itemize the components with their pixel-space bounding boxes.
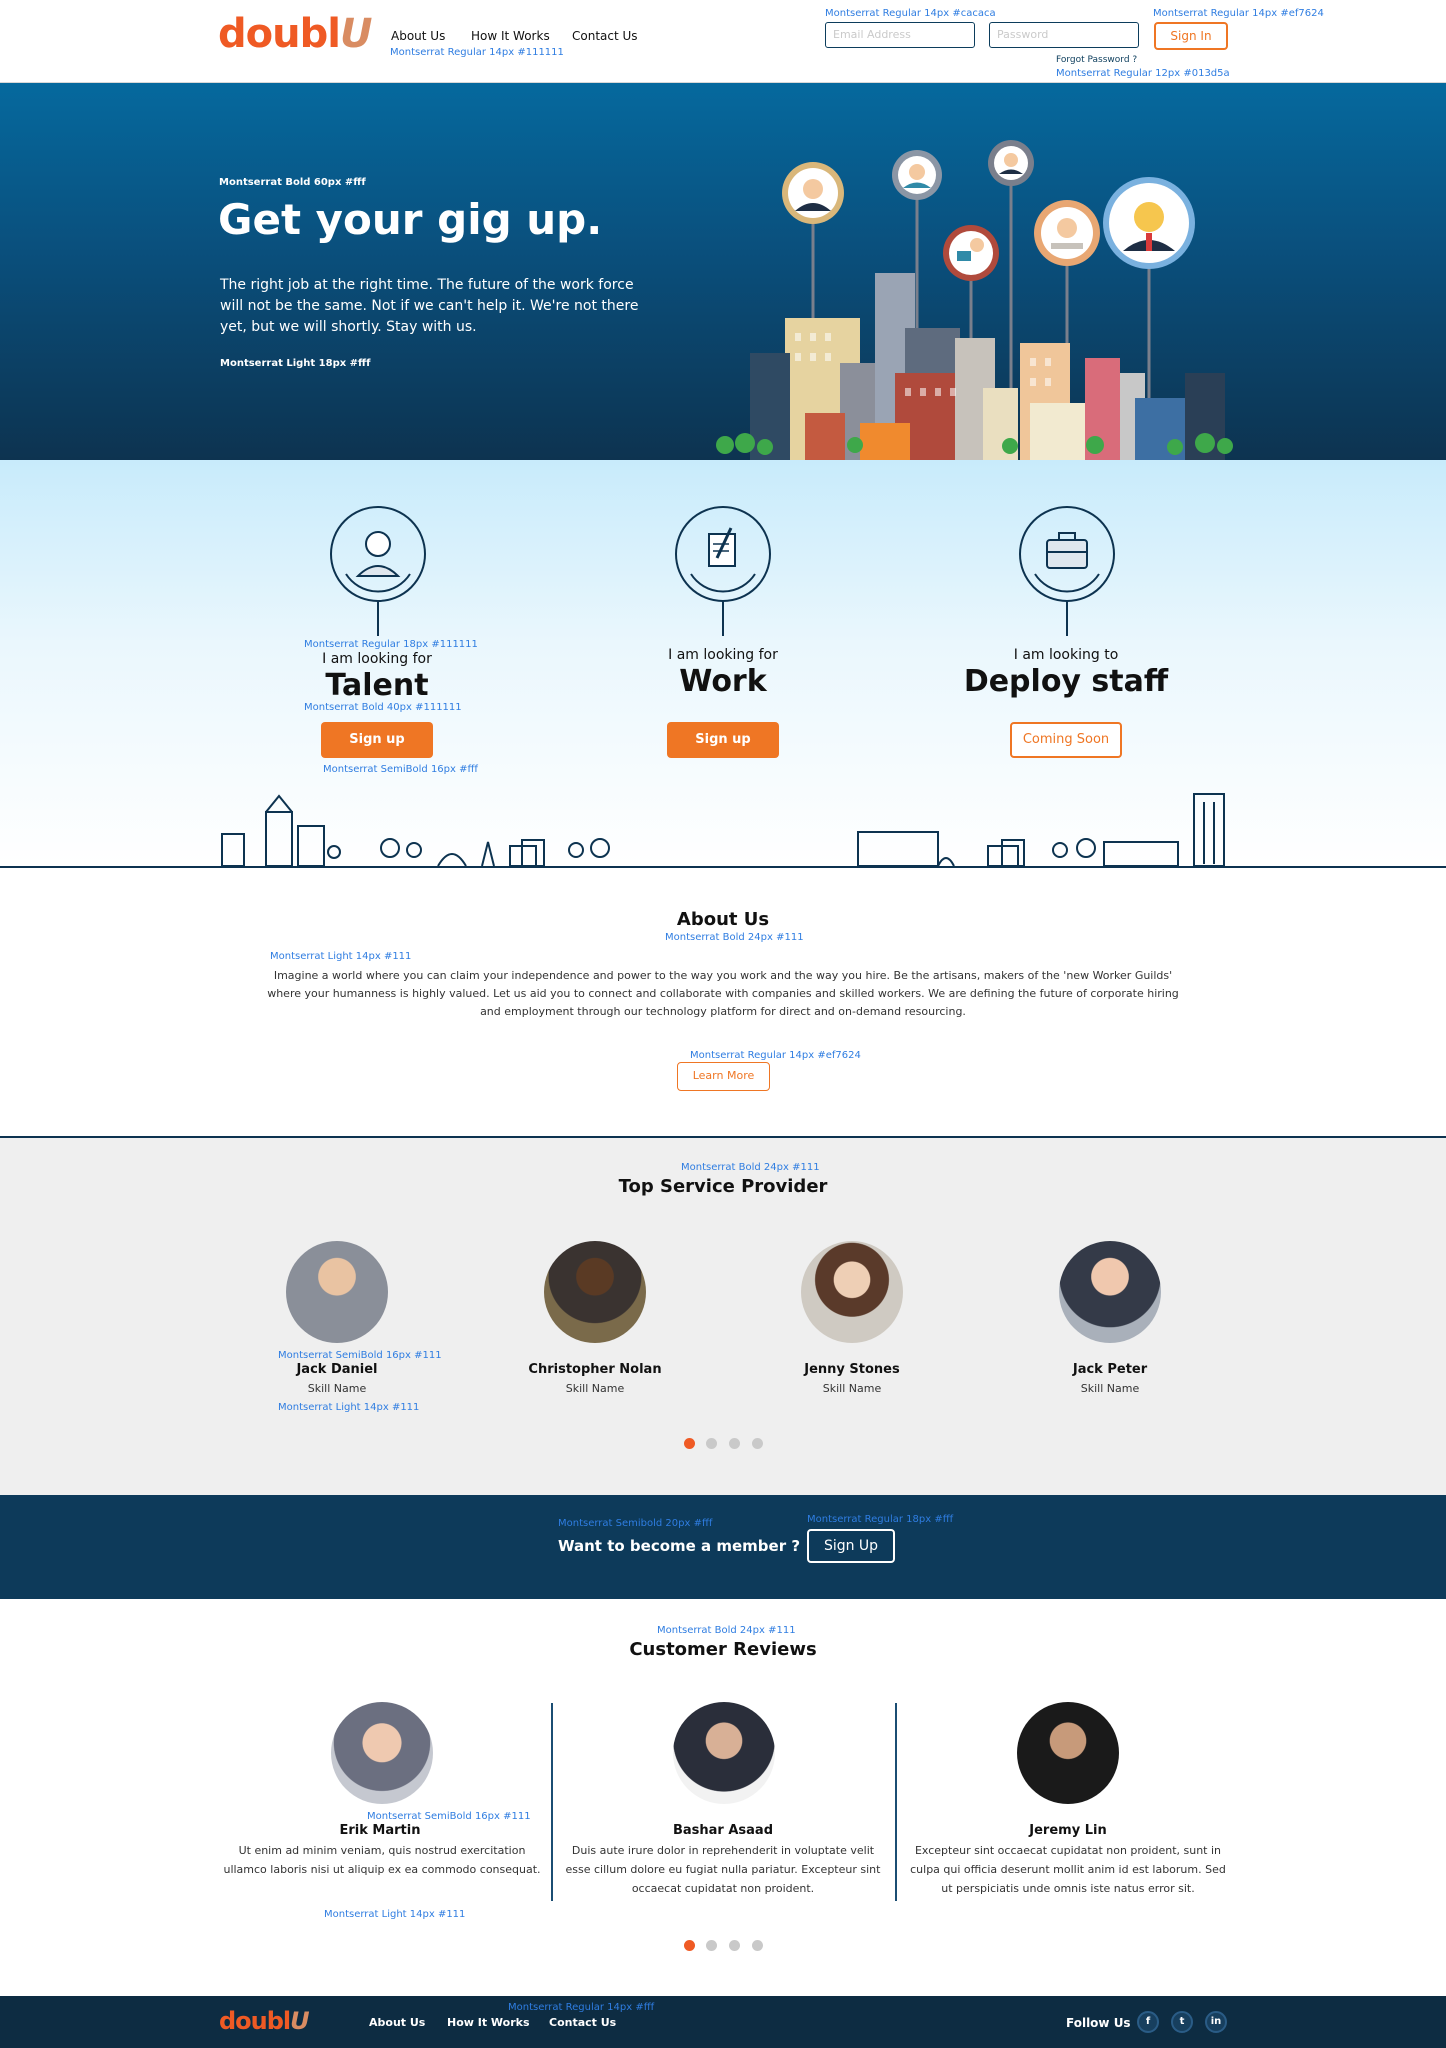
nav-about[interactable]: About Us bbox=[391, 29, 445, 43]
carousel-dot[interactable] bbox=[706, 1438, 717, 1449]
choices-section: Montserrat Regular 18px #111111 I am loo… bbox=[0, 460, 1446, 868]
providers-title: Top Service Provider bbox=[618, 1176, 828, 1197]
reviewer-avatar bbox=[1017, 1702, 1119, 1804]
spec-note: Montserrat SemiBold 16px #111 bbox=[278, 1350, 442, 1361]
hero-section: Montserrat Bold 60px #fff Get your gig u… bbox=[0, 83, 1446, 460]
skyline-outline-illustration bbox=[0, 793, 1446, 868]
review-text: Excepteur sint occaecat cupidatat non pr… bbox=[910, 1844, 1226, 1895]
follow-us-label: Follow Us bbox=[1066, 2016, 1131, 2030]
talent-pin-icon bbox=[330, 506, 426, 636]
spec-note: Montserrat Light 14px #111 bbox=[324, 1909, 466, 1920]
carousel-dot[interactable] bbox=[729, 1940, 740, 1951]
divider bbox=[895, 1703, 897, 1901]
talent-sign-up-button[interactable]: Sign up bbox=[321, 722, 433, 758]
provider-skill: Skill Name bbox=[1080, 1382, 1140, 1395]
provider-avatar[interactable] bbox=[801, 1241, 903, 1343]
twitter-icon[interactable]: t bbox=[1171, 2011, 1193, 2033]
spec-note: Montserrat Regular 18px #111111 bbox=[304, 639, 478, 650]
provider-avatar[interactable] bbox=[544, 1241, 646, 1343]
site-header: doublU About Us How It Works Contact Us … bbox=[0, 0, 1446, 83]
spec-note: Montserrat Regular 14px #fff bbox=[508, 2002, 655, 2013]
member-banner: Montserrat Semibold 20px #fff Want to be… bbox=[0, 1495, 1446, 1599]
deploy-lead: I am looking to bbox=[1013, 647, 1119, 663]
carousel-dot[interactable] bbox=[729, 1438, 740, 1449]
spec-note: Montserrat Light 18px #fff bbox=[220, 358, 371, 369]
carousel-dot[interactable] bbox=[684, 1438, 695, 1449]
reviewer-name: Jeremy Lin bbox=[1029, 1823, 1107, 1838]
footer-nav-about[interactable]: About Us bbox=[369, 2016, 425, 2029]
spec-note: Montserrat Semibold 20px #fff bbox=[558, 1518, 713, 1529]
deploy-heading: Deploy staff bbox=[963, 664, 1169, 699]
provider-avatar[interactable] bbox=[1059, 1241, 1161, 1343]
review-text: Duis aute irure dolor in reprehenderit i… bbox=[565, 1844, 881, 1895]
facebook-icon[interactable]: f bbox=[1137, 2011, 1159, 2033]
spec-note: Montserrat Bold 40px #111111 bbox=[304, 702, 462, 713]
review-text: Ut enim ad minim veniam, quis nostrud ex… bbox=[223, 1844, 541, 1876]
logo[interactable]: doublU bbox=[218, 10, 372, 58]
spec-note: Montserrat Bold 24px #111 bbox=[681, 1162, 820, 1173]
spec-note: Montserrat Bold 24px #111 bbox=[657, 1625, 796, 1636]
spec-note: Montserrat Bold 60px #fff bbox=[219, 177, 366, 188]
providers-section: Montserrat Bold 24px #111 Top Service Pr… bbox=[0, 1138, 1446, 1495]
footer-nav-contact[interactable]: Contact Us bbox=[549, 2016, 616, 2029]
carousel-dot[interactable] bbox=[752, 1940, 763, 1951]
spec-note: Montserrat Regular 14px #ef7624 bbox=[690, 1050, 861, 1061]
nav-how-it-works[interactable]: How It Works bbox=[471, 29, 550, 43]
about-body: Imagine a world where you can claim your… bbox=[267, 969, 1179, 1018]
member-text: Want to become a member ? bbox=[558, 1537, 801, 1555]
divider bbox=[551, 1703, 553, 1901]
work-pin-icon bbox=[675, 506, 771, 636]
about-section: About Us Montserrat Bold 24px #111 Monts… bbox=[0, 869, 1446, 1138]
learn-more-button[interactable]: Learn More bbox=[677, 1062, 770, 1091]
forgot-password-link[interactable]: Forgot Password ? bbox=[1056, 55, 1137, 65]
carousel-dot[interactable] bbox=[706, 1940, 717, 1951]
spec-note: Montserrat Regular 14px #cacaca bbox=[825, 8, 996, 19]
spec-note: Montserrat Light 14px #111 bbox=[278, 1402, 420, 1413]
about-title: About Us bbox=[676, 909, 770, 930]
email-field[interactable]: Email Address bbox=[825, 22, 975, 48]
provider-skill: Skill Name bbox=[307, 1382, 367, 1395]
talent-heading: Talent bbox=[325, 668, 429, 703]
sign-in-button[interactable]: Sign In bbox=[1154, 22, 1228, 50]
provider-name[interactable]: Christopher Nolan bbox=[495, 1362, 695, 1377]
hero-body: The right job at the right time. The fut… bbox=[220, 277, 639, 335]
work-heading: Work bbox=[679, 664, 767, 699]
provider-skill: Skill Name bbox=[565, 1382, 625, 1395]
member-sign-up-button[interactable]: Sign Up bbox=[807, 1529, 895, 1563]
provider-avatar[interactable] bbox=[286, 1241, 388, 1343]
coming-soon-button[interactable]: Coming Soon bbox=[1010, 722, 1122, 758]
reviewer-name: Erik Martin bbox=[339, 1823, 421, 1838]
reviewer-avatar bbox=[673, 1702, 775, 1804]
spec-note: Montserrat Light 14px #111 bbox=[270, 951, 412, 962]
work-sign-up-button[interactable]: Sign up bbox=[667, 722, 779, 758]
footer-logo[interactable]: doublU bbox=[219, 2006, 310, 2036]
provider-name[interactable]: Jack Daniel bbox=[237, 1362, 437, 1377]
reviews-title: Customer Reviews bbox=[629, 1639, 817, 1660]
reviews-section: Montserrat Bold 24px #111 Customer Revie… bbox=[0, 1599, 1446, 1996]
provider-name[interactable]: Jack Peter bbox=[1010, 1362, 1210, 1377]
linkedin-icon[interactable]: in bbox=[1205, 2011, 1227, 2033]
talent-lead: I am looking for bbox=[322, 651, 432, 667]
carousel-dot[interactable] bbox=[684, 1940, 695, 1951]
spec-note: Montserrat Regular 14px #111111 bbox=[390, 47, 564, 58]
footer-nav-how-it-works[interactable]: How It Works bbox=[447, 2016, 530, 2029]
provider-name[interactable]: Jenny Stones bbox=[752, 1362, 952, 1377]
spec-note: Montserrat Bold 24px #111 bbox=[665, 932, 804, 943]
reviewer-avatar bbox=[331, 1702, 433, 1804]
spec-note: Montserrat SemiBold 16px #111 bbox=[367, 1811, 531, 1822]
carousel-dot[interactable] bbox=[752, 1438, 763, 1449]
work-lead: I am looking for bbox=[668, 647, 778, 663]
spec-note: Montserrat Regular 12px #013d5a bbox=[1056, 68, 1230, 79]
site-footer: doublU Montserrat Regular 14px #fff Abou… bbox=[0, 1996, 1446, 2048]
hero-title: Get your gig up. bbox=[218, 195, 603, 244]
spec-note: Montserrat Regular 18px #fff bbox=[807, 1514, 954, 1525]
spec-note: Montserrat SemiBold 16px #fff bbox=[323, 764, 478, 775]
spec-note: Montserrat Regular 14px #ef7624 bbox=[1153, 8, 1324, 19]
password-field[interactable]: Password bbox=[989, 22, 1139, 48]
city-pins-illustration bbox=[716, 140, 1233, 460]
reviewer-name: Bashar Asaad bbox=[672, 1823, 774, 1838]
nav-contact[interactable]: Contact Us bbox=[572, 29, 638, 43]
provider-skill: Skill Name bbox=[822, 1382, 882, 1395]
deploy-pin-icon bbox=[1019, 506, 1115, 636]
